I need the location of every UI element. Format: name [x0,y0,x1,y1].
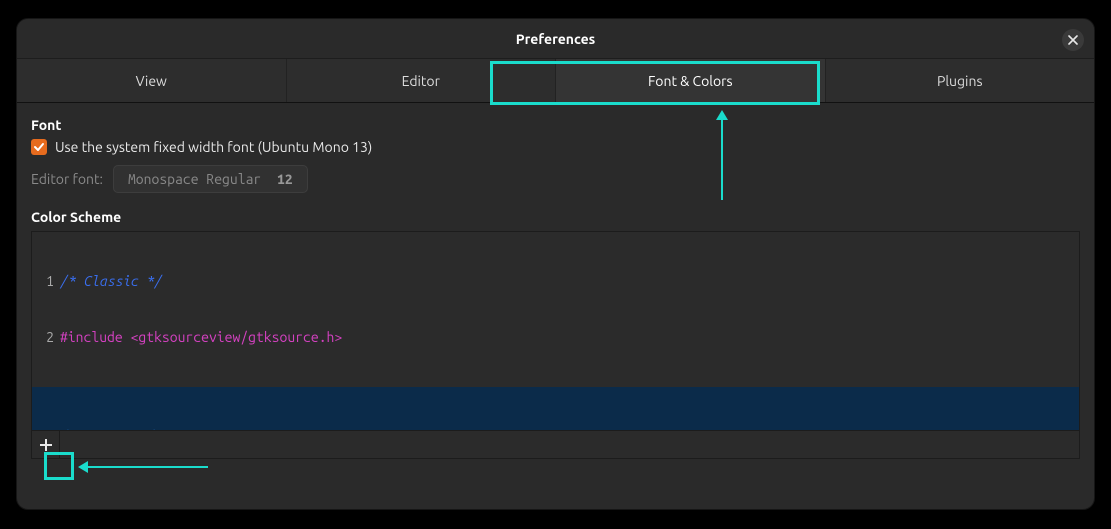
tab-view[interactable]: View [17,59,287,102]
editor-font-size: 12 [277,171,293,187]
editor-font-label: Editor font: [31,171,103,187]
use-system-font-label: Use the system fixed width font (Ubuntu … [55,139,372,155]
window-title: Preferences [516,31,596,47]
font-section-label: Font [31,117,1080,133]
tab-plugins[interactable]: Plugins [826,59,1095,102]
editor-font-row: Editor font: Monospace Regular 12 [31,165,1080,193]
close-icon [1068,35,1078,45]
editor-font-name: Monospace Regular [128,171,261,187]
scheme-classic[interactable]: 1/* Classic */ 2#include <gtksourceview/… [32,232,1079,387]
use-system-font-checkbox[interactable] [31,139,47,155]
color-scheme-section-label: Color Scheme [31,209,1080,225]
close-button[interactable] [1062,29,1084,51]
scheme-cobalt[interactable]: 1/* Cobalt */ 2#include <gtksourceview/g… [32,387,1079,431]
tab-font-colors[interactable]: Font & Colors [556,59,826,102]
plus-icon [39,438,53,452]
tab-editor[interactable]: Editor [287,59,557,102]
preferences-window: Preferences View Editor Font & Colors Pl… [16,18,1095,510]
use-system-font-row[interactable]: Use the system fixed width font (Ubuntu … [31,139,1080,155]
color-scheme-list[interactable]: 1/* Classic */ 2#include <gtksourceview/… [31,231,1080,431]
content-pane: Font Use the system fixed width font (Ub… [17,103,1094,509]
scheme-toolbar [31,431,1080,459]
tab-bar: View Editor Font & Colors Plugins [17,59,1094,103]
editor-font-button[interactable]: Monospace Regular 12 [113,165,308,193]
check-icon [33,141,45,153]
add-scheme-button[interactable] [32,431,60,458]
titlebar: Preferences [17,19,1094,59]
